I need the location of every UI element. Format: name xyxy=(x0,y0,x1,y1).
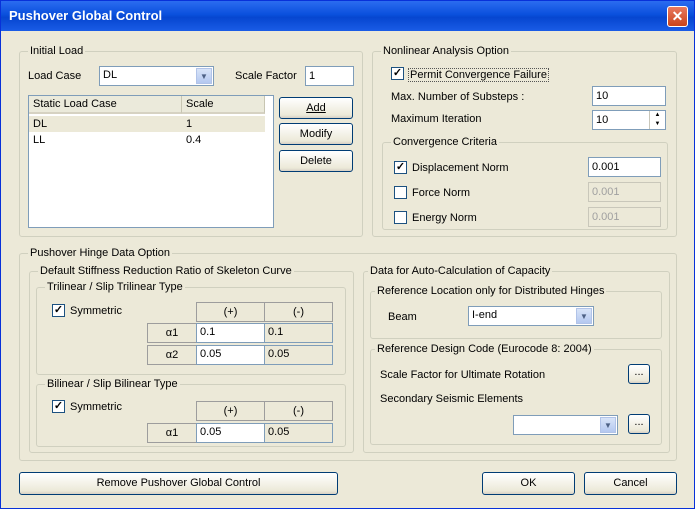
beam-label: Beam xyxy=(388,311,417,323)
trilinear-a1-minus-input[interactable]: 0.1 xyxy=(264,323,333,343)
force-norm-input[interactable]: 0.001 xyxy=(588,182,661,202)
bilinear-a1-plus-input[interactable]: 0.05 xyxy=(196,423,265,443)
displacement-norm-label: Displacement Norm xyxy=(412,162,509,174)
scale-factor-label: Scale Factor xyxy=(235,70,297,82)
secondary-ellipsis-button[interactable]: ... xyxy=(628,414,650,434)
reference-location-legend: Reference Location only for Distributed … xyxy=(375,285,607,297)
max-substeps-label: Max. Number of Substeps : xyxy=(391,91,525,103)
max-substeps-input[interactable]: 10 xyxy=(592,86,666,106)
design-code-legend: Reference Design Code (Eurocode 8: 2004) xyxy=(375,343,594,355)
trilinear-a2-minus-input[interactable]: 0.05 xyxy=(264,345,333,365)
chevron-down-icon[interactable]: ▼ xyxy=(576,308,592,324)
max-iteration-value: 10 xyxy=(596,114,609,126)
load-case-label: Load Case xyxy=(28,70,82,82)
trilinear-a1-plus-input[interactable]: 0.1 xyxy=(196,323,265,343)
hinge-data-legend: Pushover Hinge Data Option xyxy=(28,247,173,259)
trilinear-symmetric-checkbox[interactable]: ✓ xyxy=(52,304,65,317)
bilinear-a1-label: α1 xyxy=(147,423,197,443)
load-case-value: DL xyxy=(103,69,118,81)
max-iteration-label: Maximum Iteration xyxy=(391,113,482,125)
row-case: LL xyxy=(33,134,46,146)
chevron-down-icon[interactable]: ▼ xyxy=(196,68,212,84)
window-title: Pushover Global Control xyxy=(9,8,163,23)
delete-label: Delete xyxy=(300,155,332,167)
title-bar[interactable]: Pushover Global Control ✕ xyxy=(1,1,694,31)
remove-pushover-button[interactable]: Remove Pushover Global Control xyxy=(19,472,338,495)
iteration-spinner[interactable]: ▲ ▼ xyxy=(649,111,665,129)
permit-convergence-label: Permit Convergence Failure xyxy=(408,68,549,82)
displacement-norm-input[interactable]: 0.001 xyxy=(588,157,661,177)
row-case: DL xyxy=(33,118,48,130)
row-scale: 0.4 xyxy=(186,134,202,146)
bilinear-plus-header: (+) xyxy=(196,401,265,421)
trilinear-symmetric-label: Symmetric xyxy=(70,305,122,317)
dialog-window: Pushover Global Control ✕ Initial Load L… xyxy=(0,0,695,509)
energy-norm-checkbox[interactable] xyxy=(394,211,407,224)
secondary-seismic-label: Secondary Seismic Elements xyxy=(380,393,524,405)
secondary-seismic-combo[interactable]: ▼ xyxy=(513,415,618,435)
modify-label: Modify xyxy=(299,128,333,140)
spin-down-icon[interactable]: ▼ xyxy=(650,120,665,129)
chevron-down-icon[interactable]: ▼ xyxy=(600,417,616,433)
table-row-selected[interactable]: DL 1 xyxy=(29,116,265,132)
displacement-norm-checkbox[interactable]: ✓ xyxy=(394,161,407,174)
beam-combo[interactable]: I-end ▼ xyxy=(468,306,594,326)
force-norm-checkbox[interactable] xyxy=(394,186,407,199)
force-norm-label: Force Norm xyxy=(412,187,471,199)
col-header-static-load-case[interactable]: Static Load Case xyxy=(29,96,182,114)
add-label: Add xyxy=(306,102,326,114)
row-scale: 1 xyxy=(186,118,193,130)
cancel-button[interactable]: Cancel xyxy=(584,472,677,495)
trilinear-a1-label: α1 xyxy=(147,323,197,343)
bilinear-legend: Bilinear / Slip Bilinear Type xyxy=(45,378,180,390)
bilinear-symmetric-label: Symmetric xyxy=(70,401,122,413)
bilinear-symmetric-checkbox[interactable]: ✓ xyxy=(52,400,65,413)
spin-up-icon[interactable]: ▲ xyxy=(650,111,665,120)
trilinear-minus-header: (-) xyxy=(264,302,333,322)
load-case-combo[interactable]: DL ▼ xyxy=(99,66,214,86)
ok-button[interactable]: OK xyxy=(482,472,575,495)
max-iteration-input[interactable]: 10 ▲ ▼ xyxy=(592,110,666,130)
trilinear-a2-label: α2 xyxy=(147,345,197,365)
table-row[interactable]: LL 0.4 xyxy=(29,132,265,148)
scale-factor-input[interactable]: 1 xyxy=(305,66,354,86)
convergence-criteria-legend: Convergence Criteria xyxy=(391,136,499,148)
col-header-scale[interactable]: Scale xyxy=(182,96,265,114)
nonlinear-legend: Nonlinear Analysis Option xyxy=(381,45,511,57)
trilinear-plus-header: (+) xyxy=(196,302,265,322)
beam-value: I-end xyxy=(472,309,498,321)
load-case-list[interactable]: Static Load Case Scale DL 1 LL 0.4 xyxy=(28,95,274,228)
bilinear-minus-header: (-) xyxy=(264,401,333,421)
energy-norm-input[interactable]: 0.001 xyxy=(588,207,661,227)
scale-factor-rotation-label: Scale Factor for Ultimate Rotation xyxy=(380,369,546,381)
capacity-legend: Data for Auto-Calculation of Capacity xyxy=(368,265,553,277)
scale-factor-ellipsis-button[interactable]: ... xyxy=(628,364,650,384)
modify-button[interactable]: Modify xyxy=(279,123,353,145)
trilinear-a2-plus-input[interactable]: 0.05 xyxy=(196,345,265,365)
initial-load-legend: Initial Load xyxy=(28,45,86,57)
trilinear-legend: Trilinear / Slip Trilinear Type xyxy=(45,281,185,293)
bilinear-a1-minus-input[interactable]: 0.05 xyxy=(264,423,333,443)
energy-norm-label: Energy Norm xyxy=(412,212,477,224)
close-button[interactable]: ✕ xyxy=(667,6,688,27)
delete-button[interactable]: Delete xyxy=(279,150,353,172)
permit-convergence-checkbox[interactable]: ✓ xyxy=(391,67,404,80)
stiffness-reduction-legend: Default Stiffness Reduction Ratio of Ske… xyxy=(38,265,294,277)
add-button[interactable]: Add xyxy=(279,97,353,119)
